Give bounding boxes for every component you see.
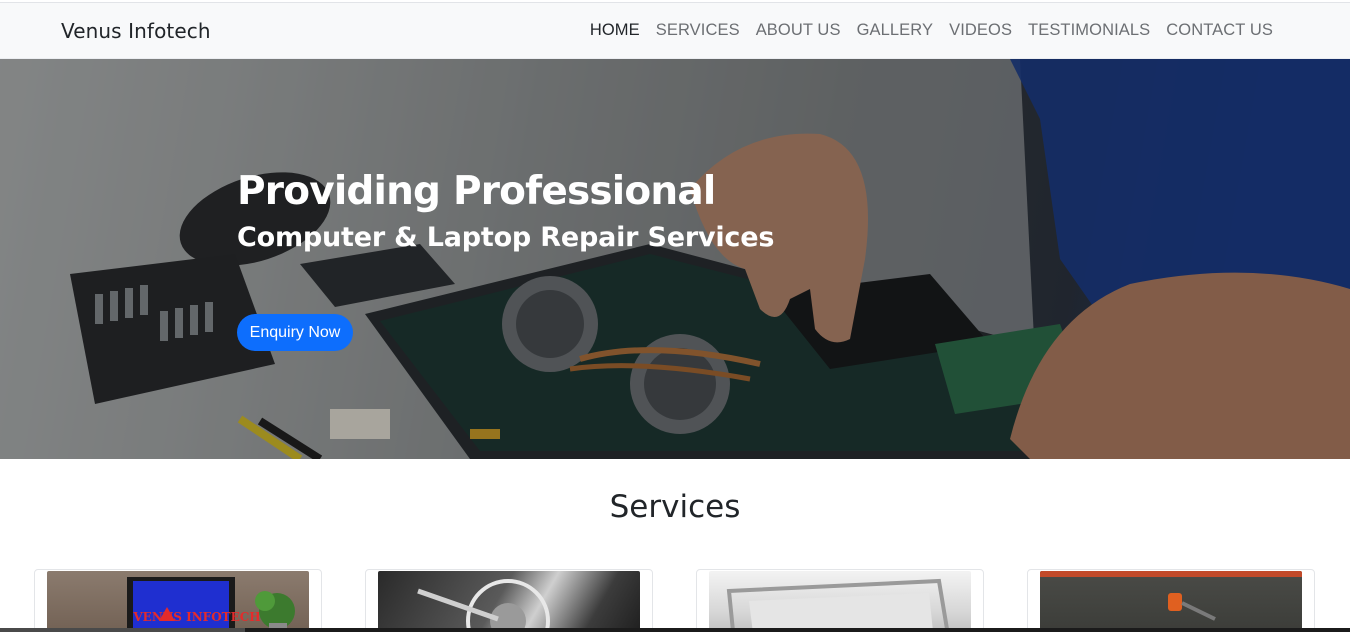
card-image-logo-text: VENUS INFOTECH [132,610,260,624]
hero-title: Providing Professional [237,169,716,214]
nav-link-contact-us[interactable]: CONTACT US [1158,21,1281,40]
services-heading: Services [609,489,741,525]
nav-menu: HOME SERVICES ABOUT US GALLERY VIDEOS TE… [582,21,1281,40]
brand-logo-text[interactable]: Venus Infotech [61,19,211,43]
service-card-image: VENUS INFOTECH [47,571,309,632]
nav-link-testimonials[interactable]: TESTIMONIALS [1020,21,1158,40]
enquiry-now-button[interactable]: Enquiry Now [237,314,353,351]
nav-link-videos[interactable]: VIDEOS [941,21,1020,40]
service-card[interactable] [365,569,653,632]
horizontal-scrollbar[interactable] [0,628,245,632]
hero-overlay [0,59,1350,459]
service-card-image [378,571,640,632]
nav-link-about-us[interactable]: ABOUT US [748,21,849,40]
service-card[interactable] [696,569,984,632]
nav-link-services[interactable]: SERVICES [648,21,748,40]
service-card[interactable]: VENUS INFOTECH [34,569,322,632]
service-card[interactable] [1027,569,1315,632]
nav-link-gallery[interactable]: GALLERY [849,21,942,40]
service-card-image [1040,571,1302,632]
hero-banner: Providing Professional Computer & Laptop… [0,59,1350,459]
hero-subtitle: Computer & Laptop Repair Services [237,222,775,253]
navbar: Venus Infotech HOME SERVICES ABOUT US GA… [0,3,1350,59]
nav-link-home[interactable]: HOME [582,21,648,40]
service-card-image [709,571,971,632]
